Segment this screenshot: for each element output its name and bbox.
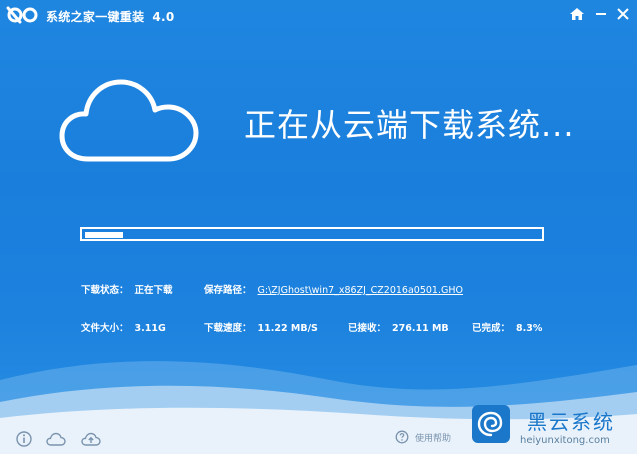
received-size: 已接收： 276.11 MB [348,320,449,334]
speed-label: 下载速度： [204,323,252,334]
app-name: 系统之家一键重装 [46,10,145,24]
cloud-upload-icon[interactable] [80,430,102,448]
progress-fill [85,232,123,238]
info-icon[interactable] [15,430,33,448]
download-speed: 下载速度： 11.22 MB/S [204,320,318,334]
window-title: 系统之家一键重装 4.0 [46,8,175,25]
filesize-label: 文件大小： [81,323,129,334]
watermark-title: 黑云系统 [527,410,615,434]
save-path: 保存路径： G:\ZJGhost\win7_x86ZJ_CZ2016a0501.G… [204,282,463,296]
close-icon[interactable] [613,5,633,23]
app-logo-icon [6,6,38,24]
cloud-icon [59,79,199,162]
status-heading: 正在从云端下载系统... [244,106,575,144]
home-icon[interactable] [567,5,587,23]
watermark-url: heiyunxitong.com [520,435,610,446]
app-version: 4.0 [152,10,175,24]
help-label: 使用帮助 [415,433,452,444]
speed-value: 11.22 MB/S [257,323,318,334]
file-size: 文件大小： 3.11G [81,320,166,334]
path-link[interactable]: G:\ZJGhost\win7_x86ZJ_CZ2016a0501.GHO [258,285,463,296]
path-label: 保存路径： [204,285,252,296]
completed-label: 已完成： [472,323,511,334]
help-icon [395,430,409,444]
status-label: 下载状态： [81,285,129,296]
minimize-icon[interactable] [591,5,611,23]
app-window: 系统之家一键重装 4.0 正在从云端下载系统... 下载状态： 正在下载 保存路径：… [0,0,637,454]
completed-value: 8.3% [516,323,543,334]
received-value: 276.11 MB [392,323,449,334]
filesize-value: 3.11G [134,323,166,334]
watermark-logo-icon [472,405,510,443]
status-value: 正在下载 [134,285,173,296]
cloud-small-icon[interactable] [45,430,67,448]
received-label: 已接收： [348,323,387,334]
title-bar: 系统之家一键重装 4.0 [0,0,637,30]
completed-percent: 已完成： 8.3% [472,320,542,334]
download-status: 下载状态： 正在下载 [81,282,173,296]
help-button[interactable]: 使用帮助 [395,430,451,444]
download-progress-bar [80,227,544,241]
